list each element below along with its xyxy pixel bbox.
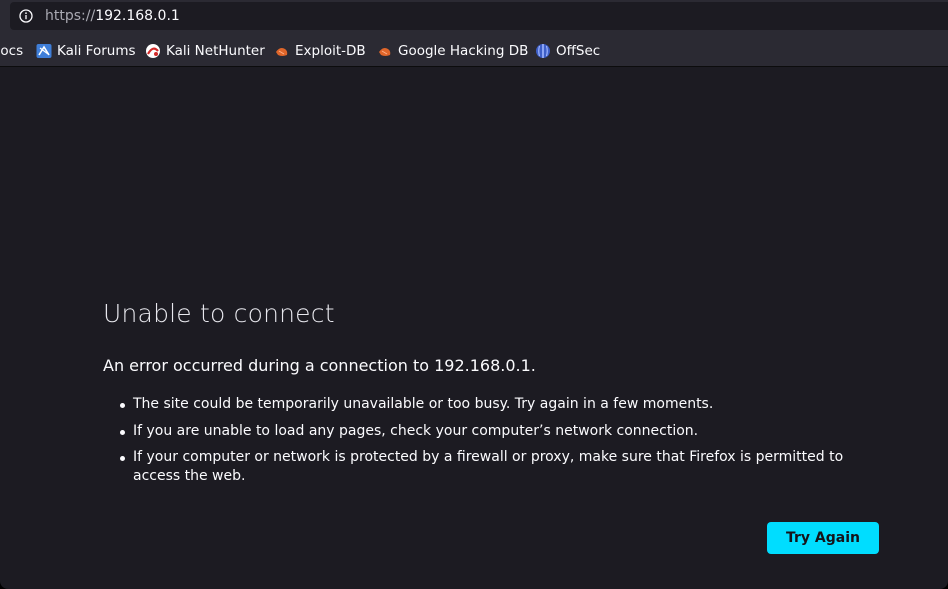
- bookmark-docs[interactable]: Docs: [0, 42, 23, 60]
- bookmark-label: Google Hacking DB: [398, 43, 529, 59]
- bookmark-label: Exploit-DB: [295, 43, 366, 59]
- url-bar[interactable]: https://192.168.0.1: [10, 2, 948, 30]
- exploit-db-icon: [276, 48, 288, 56]
- kali-forums-icon: [36, 44, 52, 58]
- url-scheme: https://: [45, 8, 96, 24]
- bookmarks-toolbar: Docs Kali Forums Kali NetHunter Exp: [0, 34, 948, 67]
- bookmark-kali-nethunter[interactable]: Kali NetHunter: [145, 42, 265, 60]
- error-description: An error occurred during a connection to…: [103, 356, 536, 375]
- error-title: Unable to connect: [103, 299, 335, 328]
- bookmark-exploit-db[interactable]: Exploit-DB: [274, 42, 366, 60]
- url-text[interactable]: https://192.168.0.1: [45, 7, 180, 25]
- suggestion-item: If your computer or network is protected…: [118, 448, 878, 486]
- bookmark-label: OffSec: [556, 43, 601, 59]
- bookmark-kali-forums[interactable]: Kali Forums: [36, 42, 136, 60]
- offsec-icon: [536, 44, 550, 58]
- error-suggestions-list: The site could be temporarily unavailabl…: [118, 395, 878, 494]
- info-icon[interactable]: [19, 9, 33, 23]
- bookmark-label: Kali Forums: [57, 43, 136, 59]
- url-host: 192.168.0.1: [95, 8, 180, 24]
- browser-window: https://192.168.0.1 Docs Kali Forums Kal…: [0, 0, 948, 589]
- suggestion-item: If you are unable to load any pages, che…: [118, 422, 878, 441]
- google-hacking-db-icon: [379, 48, 391, 56]
- bookmark-offsec[interactable]: OffSec: [535, 42, 600, 60]
- try-again-button[interactable]: Try Again: [767, 522, 879, 554]
- kali-nethunter-icon: [146, 44, 160, 58]
- bookmark-google-hacking-db[interactable]: Google Hacking DB: [377, 42, 528, 60]
- error-page: Unable to connect An error occurred duri…: [0, 67, 948, 589]
- bookmark-label: Kali NetHunter: [166, 43, 265, 59]
- suggestion-item: The site could be temporarily unavailabl…: [118, 395, 878, 414]
- bookmark-label: Docs: [0, 43, 24, 59]
- navigation-toolbar: https://192.168.0.1: [0, 0, 948, 34]
